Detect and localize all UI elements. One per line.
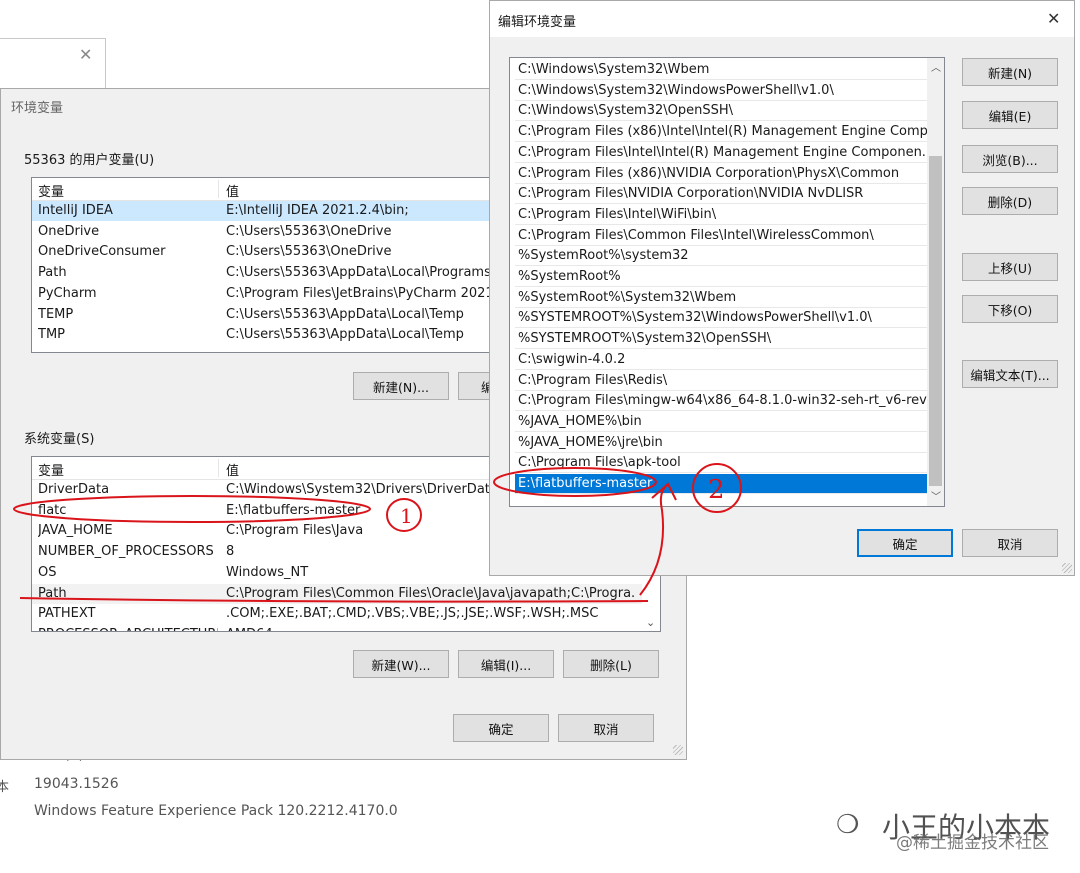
side-label-cut: 本 <box>0 780 10 795</box>
chevron-down-icon[interactable]: ⌄ <box>646 616 655 629</box>
cancel-button[interactable]: 取消 <box>962 529 1058 557</box>
var-name: PATHEXT <box>38 606 96 622</box>
user-vars-table[interactable]: 变量 值 IntelliJ IDEA E:\IntelliJ IDEA 2021.… <box>31 177 501 353</box>
path-list-item[interactable]: C:\Program Files\Redis\ <box>515 371 928 391</box>
path-list-item[interactable]: C:\Windows\System32\WindowsPowerShell\v1… <box>515 81 928 101</box>
chevron-up-icon[interactable]: ︿ <box>931 59 941 74</box>
user-vars-label: 55363 的用户变量(U) <box>24 153 155 168</box>
title-bar <box>490 1 1074 37</box>
table-row[interactable]: OneDriveConsumer C:\Users\55363\OneDrive <box>32 242 500 262</box>
table-row[interactable]: Path C:\Program Files\Common Files\Oracle… <box>32 583 642 604</box>
table-row[interactable]: OneDrive C:\Users\55363\OneDrive <box>32 222 500 242</box>
path-list-item[interactable]: C:\Program Files\NVIDIA Corporation\NVID… <box>515 184 928 205</box>
var-value: C:\Program Files\JetBrains\PyCharm 2021.… <box>226 285 496 301</box>
chevron-down-icon[interactable]: ﹀ <box>931 488 941 503</box>
table-row[interactable]: IntelliJ IDEA E:\IntelliJ IDEA 2021.2.4\b… <box>32 201 500 221</box>
sys-new-button[interactable]: 新建(W)... <box>353 650 449 678</box>
var-name: IntelliJ IDEA <box>38 203 113 218</box>
cancel-button[interactable]: 取消 <box>558 714 654 742</box>
var-name: TMP <box>38 327 65 343</box>
table-row[interactable]: Path C:\Users\55363\AppData\Local\Program… <box>32 263 500 283</box>
var-value: E:\IntelliJ IDEA 2021.2.4\bin; <box>226 203 409 218</box>
sys-edit-button[interactable]: 编辑(I)... <box>458 650 554 678</box>
dialog-title: 编辑环境变量 <box>498 15 577 30</box>
dialog-title: 环境变量 <box>11 101 64 116</box>
path-list-item[interactable]: C:\Program Files\Intel\WiFi\bin\ <box>515 205 928 225</box>
path-list-item[interactable]: %JAVA_HOME%\bin <box>515 412 928 432</box>
path-list-item[interactable]: C:\Program Files\Common Files\Intel\Wire… <box>515 226 928 246</box>
path-list-item[interactable]: E:\flatbuffers-master <box>515 474 928 494</box>
close-icon[interactable]: ✕ <box>1047 9 1060 28</box>
var-value: AMD64 <box>226 625 636 631</box>
path-list-item[interactable]: C:\Program Files\mingw-w64\x86_64-8.1.0-… <box>515 391 928 412</box>
path-list[interactable]: C:\Windows\System32\Wbem C:\Windows\Syste… <box>509 57 945 507</box>
scrollbar-thumb[interactable] <box>929 156 942 486</box>
move-up-button[interactable]: 上移(U) <box>962 253 1058 281</box>
var-name: NUMBER_OF_PROCESSORS <box>38 544 214 560</box>
path-list-item[interactable]: C:\Program Files\apk-tool <box>515 453 928 474</box>
resize-grip-icon[interactable] <box>1062 563 1072 573</box>
var-value: C:\Users\55363\AppData\Local\Temp <box>226 306 464 322</box>
var-name: JAVA_HOME <box>38 523 113 539</box>
browse-button[interactable]: 浏览(B)... <box>962 145 1058 173</box>
path-list-item[interactable]: C:\Windows\System32\Wbem <box>515 60 928 80</box>
path-list-item[interactable]: %SYSTEMROOT%\System32\WindowsPowerShell\… <box>515 308 928 329</box>
path-list-item[interactable]: %SystemRoot%\system32 <box>515 246 928 267</box>
var-value: C:\Users\55363\OneDrive <box>226 244 392 260</box>
path-list-item[interactable]: %SYSTEMROOT%\System32\OpenSSH\ <box>515 329 928 350</box>
table-header: 变量 值 <box>32 178 500 201</box>
new-button[interactable]: 新建(N) <box>962 58 1058 86</box>
var-name: DriverData <box>38 482 110 497</box>
system-vars-label: 系统变量(S) <box>24 432 95 447</box>
var-value: C:\Users\55363\AppData\Local\Temp <box>226 327 464 343</box>
path-list-item[interactable]: C:\Program Files\Intel\Intel(R) Manageme… <box>515 143 928 163</box>
var-name: OneDriveConsumer <box>38 244 166 260</box>
var-name: flatc <box>38 502 67 518</box>
move-down-button[interactable]: 下移(O) <box>962 295 1058 323</box>
path-list-item[interactable]: C:\Windows\System32\OpenSSH\ <box>515 101 928 122</box>
path-list-item[interactable]: %SystemRoot%\System32\Wbem <box>515 288 928 308</box>
var-name: Path <box>38 585 67 601</box>
edit-text-button[interactable]: 编辑文本(T)... <box>962 360 1058 388</box>
path-list-item[interactable]: %JAVA_HOME%\jre\bin <box>515 433 928 453</box>
column-header-value[interactable]: 值 <box>226 460 239 479</box>
delete-button[interactable]: 删除(D) <box>962 187 1058 215</box>
path-list-item[interactable]: C:\Program Files (x86)\NVIDIA Corporatio… <box>515 164 928 184</box>
edit-env-var-dialog: 编辑环境变量 ✕ C:\Windows\System32\Wbem C:\Wind… <box>489 0 1075 576</box>
build-text: 19043.1526 <box>34 776 119 792</box>
user-new-button[interactable]: 新建(N)... <box>353 372 449 400</box>
table-row[interactable]: PyCharm C:\Program Files\JetBrains\PyChar… <box>32 284 500 304</box>
var-name: OneDrive <box>38 223 100 239</box>
vertical-scrollbar[interactable]: ︿ ﹀ <box>927 58 944 506</box>
table-row[interactable]: TEMP C:\Users\55363\AppData\Local\Temp <box>32 305 500 325</box>
ok-button[interactable]: 确定 <box>857 529 953 557</box>
var-name: Path <box>38 265 67 281</box>
wechat-icon: ❍ <box>836 810 860 840</box>
column-header-value[interactable]: 值 <box>226 181 239 200</box>
var-name: PyCharm <box>38 285 97 301</box>
path-list-item[interactable]: C:\swigwin-4.0.2 <box>515 350 928 370</box>
watermark-subtitle: @稀土掘金技术社区 <box>896 833 1049 853</box>
var-value: C:\Users\55363\AppData\Local\Programs\ <box>226 265 496 281</box>
column-header-variable[interactable]: 变量 <box>38 181 64 200</box>
table-row[interactable]: PROCESSOR_ARCHITECTURE AMD64 <box>32 625 642 631</box>
var-name: TEMP <box>38 306 74 322</box>
resize-grip-icon[interactable] <box>673 745 683 755</box>
var-value: C:\Program Files\Common Files\Oracle\Jav… <box>226 585 636 601</box>
sys-delete-button[interactable]: 删除(L) <box>563 650 659 678</box>
ok-button[interactable]: 确定 <box>453 714 549 742</box>
edit-button[interactable]: 编辑(E) <box>962 101 1058 129</box>
var-value: C:\Users\55363\OneDrive <box>226 223 392 239</box>
var-name: PROCESSOR_ARCHITECTURE <box>38 625 218 631</box>
table-row[interactable]: TMP C:\Users\55363\AppData\Local\Temp <box>32 325 500 345</box>
var-value: .COM;.EXE;.BAT;.CMD;.VBS;.VBE;.JS;.JSE;.… <box>226 606 599 622</box>
feature-pack-text: Windows Feature Experience Pack 120.2212… <box>34 803 398 819</box>
var-name: OS <box>38 564 57 580</box>
close-icon[interactable]: ✕ <box>79 45 92 64</box>
table-row[interactable]: PATHEXT .COM;.EXE;.BAT;.CMD;.VBS;.VBE;.JS… <box>32 604 642 624</box>
column-header-variable[interactable]: 变量 <box>38 460 64 479</box>
path-list-item[interactable]: %SystemRoot% <box>515 267 928 287</box>
path-list-item[interactable]: C:\Program Files (x86)\Intel\Intel(R) Ma… <box>515 122 928 143</box>
